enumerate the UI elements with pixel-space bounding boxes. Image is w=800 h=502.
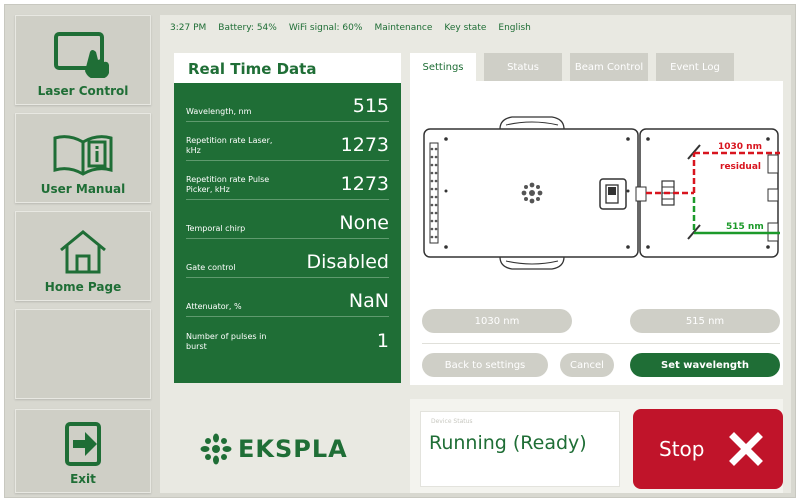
- exit-button[interactable]: Exit: [15, 409, 151, 493]
- laser-control-button[interactable]: Laser Control: [15, 15, 151, 105]
- realtime-value: 515: [352, 95, 389, 117]
- realtime-row-rep-rate-picker: Repetition rate Pulse Picker, kHz 1273: [186, 161, 389, 200]
- back-to-settings-button[interactable]: Back to settings: [422, 353, 548, 377]
- realtime-label: Repetition rate Laser, kHz: [186, 136, 273, 155]
- realtime-value: 1: [376, 330, 389, 352]
- ekspla-logo-icon: [200, 433, 232, 465]
- realtime-row-attenuator: Attenuator, % NaN: [186, 278, 389, 317]
- tab-beam-control[interactable]: Beam Control: [570, 53, 648, 81]
- tab-settings[interactable]: Settings: [410, 53, 476, 81]
- laser-control-label: Laser Control: [37, 84, 129, 98]
- status-wifi: WiFi signal: 60%: [288, 23, 363, 33]
- device-status-caption: Device Status: [431, 418, 473, 425]
- realtime-label: Temporal chirp: [186, 224, 246, 233]
- set-wavelength-button[interactable]: Set wavelength: [630, 353, 780, 377]
- realtime-value: Disabled: [306, 251, 389, 273]
- label-1030nm: 1030 nm: [718, 142, 762, 152]
- realtime-value: 1273: [340, 134, 389, 156]
- stop-label: Stop: [659, 437, 705, 461]
- tab-bar: Settings Status Beam Control Event Log: [410, 53, 742, 81]
- status-bar: 3:27 PM Battery: 54% WiFi signal: 60% Ma…: [170, 23, 543, 41]
- close-icon: [729, 432, 763, 466]
- laser-diagram: 1030 nm residual 515 nm: [423, 116, 780, 270]
- device-status-panel: Device Status Running (Ready) Stop: [410, 399, 783, 493]
- status-time: 3:27 PM: [170, 23, 207, 33]
- brand-logo: EKSPLA: [200, 433, 348, 465]
- realtime-label: Wavelength, nm: [186, 107, 252, 116]
- tab-event-log[interactable]: Event Log: [656, 53, 734, 81]
- status-maintenance: Maintenance: [374, 23, 433, 33]
- realtime-title: Real Time Data: [174, 53, 401, 83]
- status-battery: Battery: 54%: [218, 23, 277, 33]
- realtime-value: None: [339, 212, 389, 234]
- home-icon: [60, 230, 106, 274]
- empty-nav-slot: [15, 309, 151, 399]
- realtime-value: NaN: [348, 290, 389, 312]
- laser-head-outline: [423, 116, 639, 270]
- home-page-button[interactable]: Home Page: [15, 211, 151, 301]
- realtime-row-rep-rate-laser: Repetition rate Laser, kHz 1273: [186, 122, 389, 161]
- realtime-row-pulses-in-burst: Number of pulses in burst 1: [186, 317, 389, 356]
- exit-icon: [65, 422, 101, 466]
- realtime-value: 1273: [340, 173, 389, 195]
- user-manual-button[interactable]: User Manual: [15, 113, 151, 203]
- wavelength-1030-button[interactable]: 1030 nm: [422, 309, 572, 333]
- wavelength-515-button[interactable]: 515 nm: [630, 309, 780, 333]
- app-window: Laser Control User Manual Home Page Exit…: [4, 4, 796, 498]
- home-page-label: Home Page: [44, 280, 122, 294]
- realtime-label: Number of pulses in burst: [186, 332, 267, 351]
- realtime-label: Attenuator, %: [186, 302, 242, 311]
- touch-screen-icon: [54, 32, 109, 78]
- device-status-text: Running (Ready): [429, 432, 587, 454]
- stop-button[interactable]: Stop: [633, 409, 783, 489]
- realtime-row-gate-control: Gate control Disabled: [186, 239, 389, 278]
- brand-name: EKSPLA: [238, 435, 348, 463]
- realtime-row-wavelength: Wavelength, nm 515: [186, 83, 389, 122]
- user-manual-label: User Manual: [40, 182, 126, 196]
- exit-label: Exit: [70, 472, 96, 486]
- tab-status[interactable]: Status: [484, 53, 562, 81]
- realtime-table: Wavelength, nm 515 Repetition rate Laser…: [174, 83, 401, 383]
- manual-book-icon: [53, 135, 113, 176]
- device-status-box: Device Status Running (Ready): [420, 411, 620, 487]
- divider: [422, 343, 780, 344]
- logo-mark-icon: [521, 182, 543, 204]
- label-residual: residual: [720, 162, 761, 172]
- settings-panel: 1030 nm residual 515 nm 1030 nm 515 nm B…: [410, 81, 783, 385]
- status-language[interactable]: English: [498, 23, 531, 41]
- status-key-state: Key state: [444, 23, 487, 33]
- label-515nm: 515 nm: [726, 222, 764, 232]
- realtime-label: Repetition rate Pulse Picker, kHz: [186, 175, 270, 194]
- cancel-button[interactable]: Cancel: [560, 353, 614, 377]
- realtime-row-temporal-chirp: Temporal chirp None: [186, 200, 389, 239]
- realtime-label: Gate control: [186, 263, 236, 272]
- main-panel: 3:27 PM Battery: 54% WiFi signal: 60% Ma…: [160, 15, 791, 493]
